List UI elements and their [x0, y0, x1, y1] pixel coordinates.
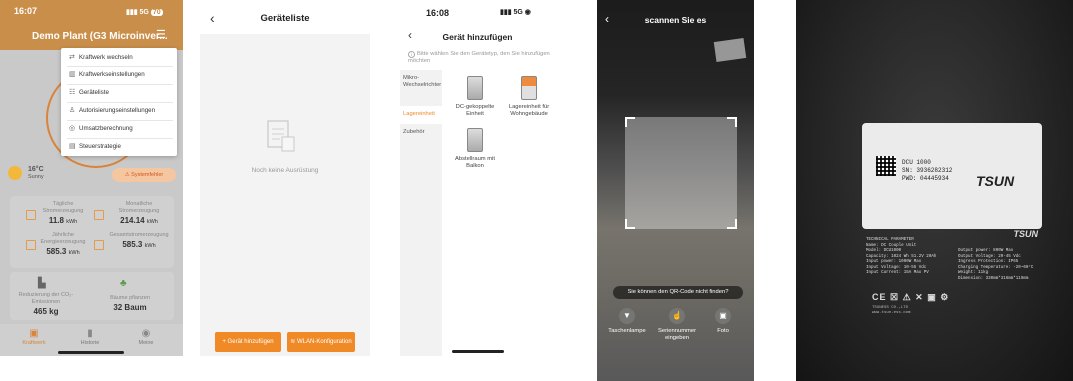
brand-logo: TSUN — [976, 173, 1015, 189]
sticker-model: DCU 1000 — [902, 159, 931, 166]
user-auth-icon: ♙ — [69, 107, 76, 114]
history-icon: ▮ — [87, 328, 93, 339]
nav-bar: ‹ Geräteliste — [200, 0, 370, 34]
maker-info: TSUNESS CO.,LTD www.tsun-ess.com — [872, 306, 911, 315]
calendar-day-icon — [26, 210, 36, 220]
plate-left-column: TECHNICAL PARAMETER Name: DC Couple Unit… — [866, 238, 937, 275]
empty-document-icon — [267, 120, 295, 152]
home-indicator — [452, 350, 504, 353]
hand-icon: ☝ — [669, 308, 685, 324]
weather-temp: 16°C — [28, 166, 44, 173]
enter-serial-button[interactable]: ☝ Seriennummer eingeben — [655, 308, 699, 342]
menu-item-authorization[interactable]: ♙ Autorisierungseinstellungen — [69, 104, 155, 118]
stat-daily: Tägliche Stromerzeugung 11.8 kWh — [42, 201, 84, 225]
category-storage[interactable]: Lagereinheit — [400, 106, 442, 124]
photo-icon: ▣ — [715, 308, 731, 324]
status-network: ▮▮▮ 5G ◉ — [500, 9, 531, 16]
calendar-month-icon — [94, 210, 104, 220]
wlan-config-button[interactable]: ≋ WLAN-Konfiguration — [287, 332, 355, 352]
plant-icon: ▣ — [29, 328, 39, 339]
sun-icon — [8, 166, 22, 180]
menu-item-plant-settings[interactable]: ▥ Kraftwerkseinstellungen — [69, 68, 145, 82]
category-accessories[interactable]: Zubehör — [400, 124, 442, 142]
device-dc-coupled[interactable]: DC-gekoppelte Einheit — [450, 76, 500, 118]
add-device-button[interactable]: + Gerät hinzufügen — [215, 332, 281, 352]
factory-icon: ▙ — [38, 278, 46, 289]
weather-desc: Sunny — [28, 174, 44, 180]
tax-icon: ◎ — [69, 125, 76, 132]
home-screen: 16:07 ▮▮▮ 5G 70 Demo Plant (G3 Microinve… — [0, 0, 183, 356]
sticker-pwd: PWD: 04445934 — [902, 175, 949, 182]
switch-icon: ⇄ — [69, 54, 75, 61]
stat-total: Gesamtstromerzeugung 585.3 kWh — [109, 232, 169, 249]
device-residential-storage[interactable]: Lagereinheit für Wohngebäude — [504, 76, 554, 118]
device-photo: DCU 1000 SN: 3936282312 PWD: 04445934 TS… — [796, 0, 1073, 381]
device-image — [467, 128, 483, 152]
menu-item-switch-plant[interactable]: ⇄ Kraftwerk wechseln — [69, 51, 133, 65]
page-title: Gerät hinzufügen — [442, 32, 513, 42]
category-sidebar: Mikro-Wechselrichter Lagereinheit Zubehö… — [400, 70, 442, 356]
empty-state-text: Noch keine Ausrüstung — [251, 167, 319, 174]
list-icon: ☷ — [69, 89, 76, 96]
tab-kraftwerk[interactable]: ▣ Kraftwerk — [14, 328, 54, 346]
plant-menu-dropdown: ⇄ Kraftwerk wechseln ▥ Kraftwerkseinstellu… — [61, 48, 177, 156]
flashlight-button[interactable]: ▼ Taschenlampe — [605, 308, 649, 335]
plate-brand-logo: TSUN — [1013, 229, 1039, 239]
strategy-icon: ▤ — [69, 143, 76, 150]
tab-meine[interactable]: ◉ Meine — [126, 328, 166, 346]
scan-frame — [625, 117, 737, 229]
status-time: 16:08 — [426, 8, 450, 18]
qr-scan-screen: ‹ scannen Sie es Sie können den QR-Code … — [597, 0, 754, 381]
category-micro-inverter[interactable]: Mikro-Wechselrichter — [400, 73, 442, 101]
flashlight-icon: ▼ — [619, 308, 635, 324]
menu-icon[interactable]: ☰ — [156, 30, 168, 41]
trees-stat: Bäume pflanzen 32 Baum — [110, 295, 150, 312]
menu-item-control-strategy[interactable]: ▤ Steuerstrategie — [69, 140, 121, 154]
add-device-screen: 16:08 ▮▮▮ 5G ◉ ‹ Gerät hinzufügen i Bitte… — [400, 0, 555, 356]
tree-icon: ♣ — [120, 278, 127, 289]
stat-yearly: Jährliche Energieerzeugung 585.3 kWh — [40, 232, 86, 256]
hint-text: i Bitte wählen Sie den Gerätetyp, den Sie… — [408, 51, 550, 64]
photo-button[interactable]: ▣ Foto — [701, 308, 745, 335]
plate-right-column: Output power: 800W Max Output Voltage: 2… — [958, 249, 1034, 281]
device-list-screen: ‹ Geräteliste Noch keine Ausrüstung + Ge… — [200, 0, 370, 356]
home-indicator — [58, 351, 124, 354]
alert-badge[interactable]: ⚠ Systemfehler — [112, 168, 176, 182]
serial-sticker: DCU 1000 SN: 3936282312 PWD: 04445934 TS… — [862, 123, 1042, 229]
page-title: Geräteliste — [260, 13, 310, 24]
menu-item-revenue[interactable]: ◎ Umsatzberechnung — [69, 122, 133, 136]
weather-widget: 16°C Sunny — [8, 166, 68, 186]
stat-monthly: Monatliche Stromerzeugung 214.14 kWh — [118, 201, 160, 225]
device-image — [467, 76, 483, 100]
wifi-icon: ≋ — [290, 339, 297, 345]
info-icon: i — [408, 51, 415, 58]
co2-stat: Reduzierung der CO₂-Emissionen 465 kg — [18, 292, 74, 316]
page-title: scannen Sie es — [644, 15, 707, 25]
tab-historie[interactable]: ▮ Historie — [70, 328, 110, 346]
status-network: ▮▮▮ 5G 70 — [126, 9, 163, 16]
plant-settings-icon: ▥ — [69, 71, 76, 78]
menu-item-device-list[interactable]: ☷ Geräteliste — [69, 86, 109, 100]
qr-not-found-button[interactable]: Sie können den QR-Code nicht finden? — [613, 286, 743, 299]
device-image — [521, 76, 537, 100]
plant-title[interactable]: Demo Plant (G3 Microinver... — [32, 31, 168, 42]
certification-marks: CE ☒ ⚠ ✕ ▣ ⚙ — [872, 292, 950, 302]
status-time: 16:07 — [14, 6, 38, 16]
bar-chart-icon — [26, 240, 36, 250]
header-bar: 16:07 ▮▮▮ 5G 70 Demo Plant (G3 Microinve… — [0, 0, 183, 50]
qr-code — [876, 156, 896, 176]
device-balcony-storage[interactable]: Abstellraum mit Balkon — [450, 128, 500, 170]
sticker-sn: SN: 3936282312 — [902, 167, 953, 174]
trend-icon — [94, 240, 104, 250]
user-icon: ◉ — [141, 328, 151, 339]
